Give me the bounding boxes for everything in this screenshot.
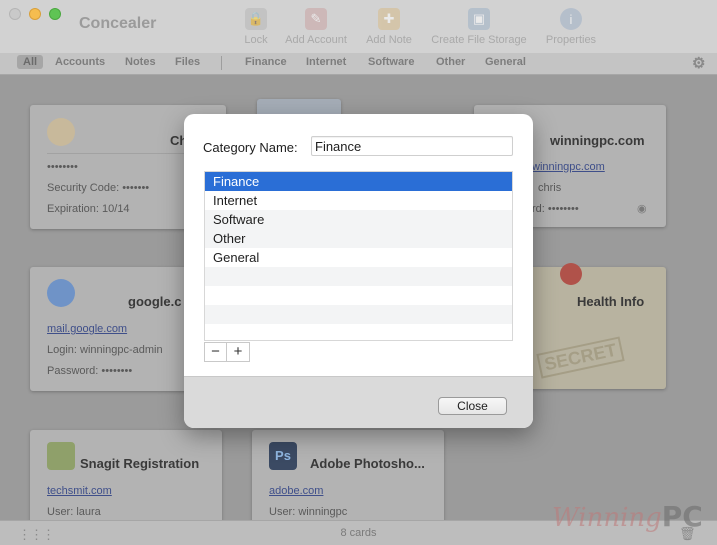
card-password: Password: ••••••••	[47, 365, 133, 377]
tab-finance[interactable]: Finance	[245, 56, 287, 68]
create-file-storage-label: Create File Storage	[431, 34, 527, 46]
category-divider	[221, 56, 222, 70]
list-item[interactable]: Internet	[205, 191, 512, 210]
card-login: chris	[538, 182, 562, 194]
properties-label: Properties	[545, 34, 597, 46]
watermark-script: Winning	[552, 503, 662, 533]
add-remove-control: − +	[204, 342, 250, 362]
add-category-button[interactable]: +	[227, 342, 250, 362]
properties-button[interactable]: i Properties	[543, 8, 599, 46]
card-title: google.c	[128, 294, 182, 309]
lock-button[interactable]: 🔒 Lock	[241, 8, 271, 46]
eye-icon[interactable]: ◉	[637, 202, 647, 215]
tab-notes[interactable]: Notes	[125, 56, 156, 68]
card-login: Login: winningpc-admin	[47, 344, 163, 356]
close-button[interactable]: Close	[438, 397, 507, 415]
category-bar: All Accounts Notes Files Finance Interne…	[0, 53, 717, 75]
tab-other[interactable]: Other	[436, 56, 465, 68]
card-link[interactable]: mail.google.com	[47, 323, 127, 335]
file-storage-icon: ▣	[468, 8, 490, 30]
gear-icon[interactable]: ⚙	[692, 54, 705, 72]
app-window: Concealer 🔒 Lock ✎ Add Account ✚ Add Not…	[0, 0, 717, 545]
category-list[interactable]: Finance Internet Software Other General	[204, 171, 513, 341]
card-title: winningpc.com	[550, 133, 645, 148]
list-item[interactable]: Software	[205, 210, 512, 229]
card-title: Health Info	[577, 294, 645, 309]
tab-internet[interactable]: Internet	[306, 56, 346, 68]
tab-accounts[interactable]: Accounts	[55, 56, 105, 68]
lock-icon: 🔒	[245, 8, 267, 30]
watermark-bold: PC	[661, 500, 703, 533]
minimize-window-button[interactable]	[29, 8, 41, 20]
card-security-code: Security Code: •••••••	[47, 182, 150, 194]
category-name-field[interactable]	[311, 136, 513, 156]
add-note-button[interactable]: ✚ Add Note	[364, 8, 414, 46]
card-user: User: winningpc	[269, 506, 348, 518]
info-icon: i	[560, 8, 582, 30]
card-expiration: Expiration: 10/14	[47, 203, 130, 215]
card-password: rd: ••••••••	[532, 203, 579, 215]
add-account-button[interactable]: ✎ Add Account	[282, 8, 350, 46]
card-snagit[interactable]: Snagit Registration techsmit.com User: l…	[30, 430, 222, 530]
card-link[interactable]: techsmit.com	[47, 485, 112, 497]
globe-icon	[47, 279, 75, 307]
tab-files[interactable]: Files	[175, 56, 200, 68]
dialog-footer: Close	[184, 376, 533, 428]
photoshop-icon: Ps	[269, 442, 297, 470]
card-adobe[interactable]: Ps Adobe Photosho... adobe.com User: win…	[252, 430, 444, 530]
card-link[interactable]: adobe.com	[269, 485, 323, 497]
empty-row	[205, 324, 512, 340]
secret-stamp: SECRET	[536, 336, 625, 379]
category-name-label: Category Name:	[203, 140, 298, 155]
close-window-button[interactable]	[9, 8, 21, 20]
card-title: Snagit Registration	[80, 456, 200, 471]
add-account-label: Add Account	[285, 34, 347, 46]
remove-category-button[interactable]: −	[204, 342, 227, 362]
list-item[interactable]: General	[205, 248, 512, 267]
tab-software[interactable]: Software	[368, 56, 414, 68]
watermark-logo: WinningPC	[552, 500, 703, 533]
add-note-icon: ✚	[378, 8, 400, 30]
empty-row	[205, 286, 512, 305]
create-file-storage-button[interactable]: ▣ Create File Storage	[428, 8, 530, 46]
pushpin-icon	[560, 263, 582, 285]
lock-label: Lock	[244, 34, 268, 46]
tab-all[interactable]: All	[17, 55, 44, 69]
monitor-icon	[47, 442, 75, 470]
empty-row	[205, 305, 512, 324]
list-item[interactable]: Finance	[205, 172, 512, 191]
card-user: User: laura	[47, 506, 101, 518]
tab-general[interactable]: General	[485, 56, 526, 68]
credit-card-icon	[47, 118, 75, 146]
window-title: Concealer	[79, 15, 157, 32]
zoom-window-button[interactable]	[49, 8, 61, 20]
list-item[interactable]: Other	[205, 229, 512, 248]
card-title: Adobe Photosho...	[310, 456, 425, 471]
add-note-label: Add Note	[366, 34, 412, 46]
empty-row	[205, 267, 512, 286]
category-dialog: Category Name: Finance Internet Software…	[184, 114, 533, 428]
toolbar: Concealer 🔒 Lock ✎ Add Account ✚ Add Not…	[0, 0, 717, 54]
card-link[interactable]: winningpc.com	[532, 161, 605, 173]
card-masked-number: ••••••••	[47, 161, 78, 173]
add-account-icon: ✎	[305, 8, 327, 30]
